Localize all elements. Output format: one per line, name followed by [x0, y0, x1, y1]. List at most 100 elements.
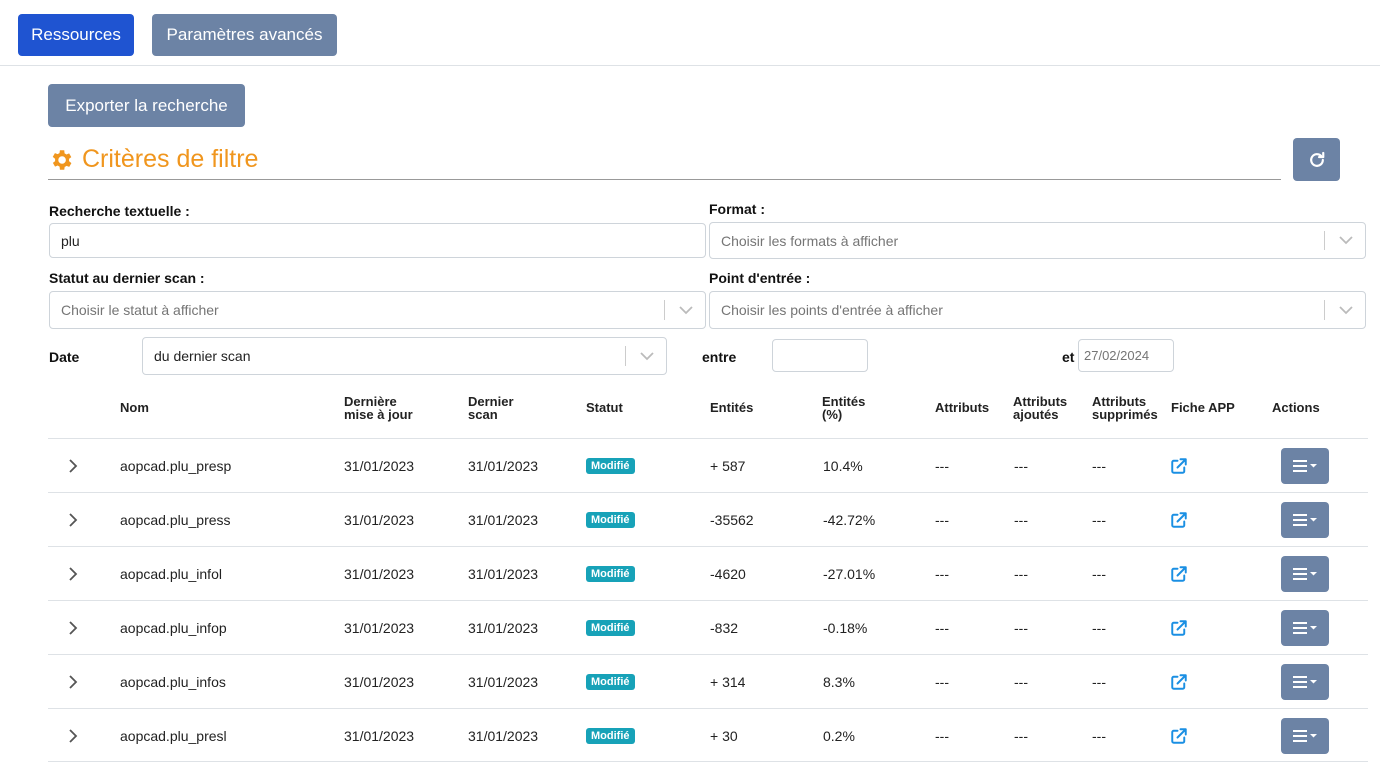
hamburger-menu-icon [1293, 514, 1317, 526]
hamburger-menu-icon [1293, 460, 1317, 472]
filter-title: Critères de filtre [82, 145, 259, 173]
row-scan: 31/01/2023 [468, 728, 539, 744]
text-search-input[interactable]: plu [49, 223, 706, 258]
status-badge: Modifié [586, 728, 635, 744]
row-attributs-supprimes: --- [1092, 566, 1106, 582]
col-header-attributs-ajoutes: Attributs ajoutés [1013, 394, 1068, 422]
row-entites: -4620 [710, 566, 746, 582]
chevron-right-icon [69, 567, 78, 581]
row-attributs: --- [935, 512, 949, 528]
date-select-value: du dernier scan [154, 348, 251, 364]
expand-row-button[interactable] [68, 601, 78, 655]
table-row: aopcad.plu_presp 31/01/2023 31/01/2023 M… [48, 438, 1368, 492]
actions-menu-button[interactable] [1281, 664, 1329, 700]
gear-icon [52, 149, 72, 170]
row-attributs-ajoutes: --- [1014, 458, 1028, 474]
text-search-label: Recherche textuelle : [49, 203, 190, 219]
row-attributs-supprimes: --- [1092, 674, 1106, 690]
status-badge: Modifié [586, 674, 635, 690]
chevron-down-icon [1326, 223, 1366, 258]
expand-row-button[interactable] [68, 547, 78, 601]
row-attributs-supprimes: --- [1092, 620, 1106, 636]
row-entites-pct: -27.01% [823, 566, 876, 582]
row-nom: aopcad.plu_infos [120, 674, 226, 690]
hamburger-menu-icon [1293, 730, 1317, 742]
expand-row-button[interactable] [68, 493, 78, 547]
status-label: Statut au dernier scan : [49, 270, 205, 286]
row-attributs: --- [935, 458, 949, 474]
col-header-statut: Statut [586, 400, 623, 415]
status-placeholder: Choisir le statut à afficher [61, 302, 219, 318]
external-link-icon[interactable] [1170, 547, 1188, 601]
external-link-icon[interactable] [1170, 439, 1188, 493]
col-header-scan: Dernier scan [468, 394, 514, 422]
row-entites: + 30 [710, 728, 738, 744]
end-date-input[interactable]: 27/02/2024 [1078, 339, 1174, 372]
row-attributs-ajoutes: --- [1014, 566, 1028, 582]
status-badge: Modifié [586, 512, 635, 528]
row-attributs: --- [935, 674, 949, 690]
chevron-right-icon [69, 675, 78, 689]
and-label: et [1062, 349, 1075, 365]
row-maj: 31/01/2023 [344, 512, 415, 528]
col-header-entites-pct: Entités (%) [822, 394, 866, 422]
expand-row-button[interactable] [68, 655, 78, 709]
external-link-icon[interactable] [1170, 655, 1188, 709]
resources-button[interactable]: Ressources [18, 14, 134, 56]
table-row: aopcad.plu_presl 31/01/2023 31/01/2023 M… [48, 708, 1368, 762]
external-link-icon[interactable] [1170, 493, 1188, 547]
status-badge: Modifié [586, 620, 635, 636]
row-entites-pct: -0.18% [823, 620, 868, 636]
status-select[interactable]: Choisir le statut à afficher [49, 291, 706, 329]
status-badge: Modifié [586, 566, 635, 582]
row-maj: 31/01/2023 [344, 728, 415, 744]
advanced-settings-button[interactable]: Paramètres avancés [152, 14, 337, 56]
row-entites: + 587 [710, 458, 746, 474]
table-row: aopcad.plu_infol 31/01/2023 31/01/2023 M… [48, 546, 1368, 600]
actions-menu-button[interactable] [1281, 610, 1329, 646]
entry-point-select[interactable]: Choisir les points d'entrée à afficher [709, 291, 1366, 329]
row-nom: aopcad.plu_infop [120, 620, 227, 636]
top-nav: Ressources Paramètres avancés [0, 0, 1380, 66]
expand-row-button[interactable] [68, 439, 78, 493]
col-header-attributs-supprimes: Attributs supprimés [1092, 394, 1158, 422]
row-attributs: --- [935, 620, 949, 636]
start-date-input[interactable] [772, 339, 868, 372]
row-scan: 31/01/2023 [468, 512, 539, 528]
row-entites-pct: 10.4% [823, 458, 863, 474]
actions-menu-button[interactable] [1281, 556, 1329, 592]
entry-point-label: Point d'entrée : [709, 270, 811, 286]
row-maj: 31/01/2023 [344, 458, 415, 474]
external-link-icon[interactable] [1170, 709, 1188, 763]
row-nom: aopcad.plu_presp [120, 458, 232, 474]
format-label: Format : [709, 201, 765, 217]
refresh-button[interactable] [1293, 138, 1340, 181]
external-link-icon[interactable] [1170, 601, 1188, 655]
chevron-right-icon [69, 459, 78, 473]
row-attributs: --- [935, 566, 949, 582]
hamburger-menu-icon [1293, 568, 1317, 580]
hamburger-menu-icon [1293, 676, 1317, 688]
col-header-actions: Actions [1272, 400, 1320, 415]
actions-menu-button[interactable] [1281, 448, 1329, 484]
row-maj: 31/01/2023 [344, 674, 415, 690]
row-entites: + 314 [710, 674, 746, 690]
table-row: aopcad.plu_infop 31/01/2023 31/01/2023 M… [48, 600, 1368, 654]
row-entites-pct: 8.3% [823, 674, 855, 690]
col-header-entites: Entités [710, 400, 754, 415]
expand-row-button[interactable] [68, 709, 78, 763]
row-attributs-supprimes: --- [1092, 512, 1106, 528]
export-search-button[interactable]: Exporter la recherche [48, 84, 245, 127]
chevron-right-icon [69, 621, 78, 635]
chevron-down-icon [1326, 292, 1366, 328]
chevron-down-icon [627, 338, 667, 374]
date-select[interactable]: du dernier scan [142, 337, 667, 375]
actions-menu-button[interactable] [1281, 718, 1329, 754]
text-search-value: plu [61, 232, 80, 249]
format-select[interactable]: Choisir les formats à afficher [709, 222, 1366, 259]
actions-menu-button[interactable] [1281, 502, 1329, 538]
row-scan: 31/01/2023 [468, 566, 539, 582]
end-date-placeholder: 27/02/2024 [1084, 348, 1150, 363]
date-label: Date [49, 349, 80, 365]
table-row: aopcad.plu_infos 31/01/2023 31/01/2023 M… [48, 654, 1368, 708]
